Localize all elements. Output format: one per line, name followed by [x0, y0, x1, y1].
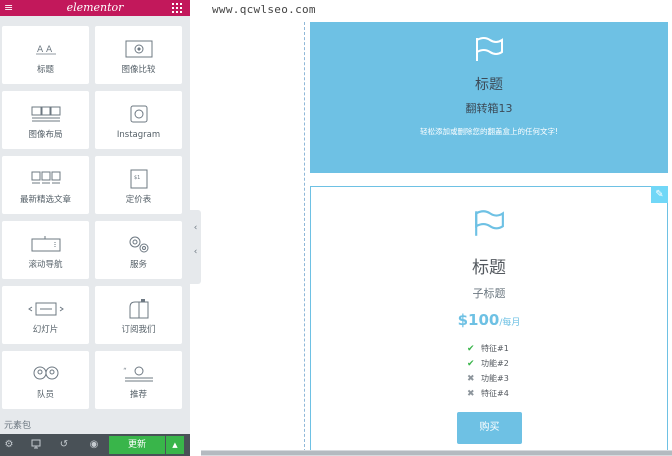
settings-gear-icon[interactable]: ⚙ [3, 439, 15, 451]
posts-icon [2, 168, 89, 190]
widget-label: 图像布局 [28, 130, 63, 140]
widget-testimonial[interactable]: “ 推荐 [95, 351, 182, 409]
feature-text: 功能#2 [481, 359, 509, 368]
feature-item: ✖ 功能#3 [467, 371, 587, 386]
image-gallery-icon [2, 103, 89, 125]
widget-label: 滚动导航 [28, 260, 63, 270]
image-compare-icon [95, 38, 182, 60]
watermark-text: www.qcwlseo.com [212, 3, 316, 16]
widget-team[interactable]: 队员 [2, 351, 89, 409]
flip-box-title: 标题 [475, 77, 503, 93]
widget-label: 图像比较 [121, 65, 156, 75]
widget-label: 队员 [36, 390, 54, 400]
price-table[interactable]: ✎ 标题 子标题 $100/每月 ✔ 特征#1 ✔ 功能#2 ✖ 功能#3 ✖ 特征#4… [310, 186, 668, 452]
widget-label: 推荐 [129, 390, 147, 400]
price-table-title: 标题 [472, 258, 506, 278]
update-button[interactable]: 更新 [109, 436, 165, 454]
section-guide-line [304, 22, 305, 452]
team-icon [2, 363, 89, 385]
check-icon: ✔ [467, 359, 475, 369]
testimonial-icon: “ [95, 363, 182, 385]
svg-text:“: “ [123, 367, 127, 375]
price-display: $100/每月 [311, 310, 667, 329]
flag-icon [476, 37, 503, 61]
feature-text: 功能#3 [481, 374, 509, 383]
elementor-logo: elementor [66, 1, 124, 14]
publish-options-caret-icon[interactable]: ▲ [166, 436, 184, 454]
widget-heading[interactable]: AA 标题 [2, 26, 89, 84]
feature-item: ✔ 功能#2 [467, 356, 587, 371]
section-label: 元素包 [4, 421, 32, 431]
widget-label: 订阅我们 [121, 325, 156, 335]
horizontal-scrollbar[interactable] [201, 450, 672, 456]
responsive-mode-icon[interactable] [30, 439, 42, 451]
edit-pencil-icon[interactable]: ✎ [651, 186, 668, 203]
history-icon[interactable]: ↺ [58, 439, 70, 451]
flip-box-subtitle: 翻转箱13 [465, 102, 513, 115]
scrollbar-thumb[interactable] [201, 451, 672, 455]
buy-button[interactable]: 购买 [457, 412, 522, 444]
widgets-grid-icon[interactable] [172, 3, 182, 13]
price-amount: $100 [457, 311, 500, 329]
widget-services[interactable]: 服务 [95, 221, 182, 279]
cross-icon: ✖ [467, 374, 475, 384]
svg-text:A: A [37, 45, 44, 55]
panel-collapse-handle[interactable]: ‹ ‹ [190, 210, 201, 284]
widget-label: Instagram [116, 130, 161, 140]
chevron-left-icon: ‹ [193, 223, 198, 233]
feature-text: 特征#4 [481, 389, 509, 398]
slides-icon [2, 298, 89, 320]
feature-item: ✔ 特征#1 [467, 341, 587, 356]
svg-text:A: A [46, 45, 53, 55]
widget-label: 最新精选文章 [19, 195, 71, 205]
feature-text: 特征#1 [481, 344, 509, 353]
flip-box-description: 轻松添加或删除您的翻盖盒上的任何文字! [419, 127, 558, 136]
flip-box[interactable]: 标题 翻转箱13 轻松添加或删除您的翻盖盒上的任何文字! [310, 22, 668, 173]
svg-text:$1: $1 [134, 175, 140, 181]
widget-label: 定价表 [125, 195, 152, 205]
price-table-subtitle: 子标题 [472, 287, 506, 300]
gears-icon [95, 233, 182, 255]
instagram-icon [95, 103, 182, 125]
widget-subscribe[interactable]: 订阅我们 [95, 286, 182, 344]
chevron-left-icon: ‹ [193, 247, 198, 257]
widget-price-table[interactable]: $1 定价表 [95, 156, 182, 214]
cross-icon: ✖ [467, 389, 475, 399]
widget-label: 标题 [36, 65, 54, 75]
widget-slides[interactable]: 幻灯片 [2, 286, 89, 344]
panel-footer: ⚙ ↺ ◉ 更新 ▲ [0, 434, 190, 456]
widget-image-compare[interactable]: 图像比较 [95, 26, 182, 84]
check-icon: ✔ [467, 344, 475, 354]
panel-header: ≡ elementor [0, 0, 190, 16]
widget-label: 幻灯片 [32, 325, 59, 335]
price-period: /每月 [499, 318, 521, 328]
elements-panel: ≡ elementor AA 标题 图像比较 图像布局 Instagram 最新… [0, 0, 190, 456]
widget-label: 服务 [129, 260, 147, 270]
widget-scroll-nav[interactable]: 滚动导航 [2, 221, 89, 279]
flag-icon [475, 210, 504, 236]
feature-item: ✖ 特征#4 [467, 386, 587, 401]
widget-instagram[interactable]: Instagram [95, 91, 182, 149]
feature-list: ✔ 特征#1 ✔ 功能#2 ✖ 功能#3 ✖ 特征#4 [467, 341, 587, 401]
price-table-icon: $1 [95, 168, 182, 190]
editor-app: ≡ elementor AA 标题 图像比较 图像布局 Instagram 最新… [0, 0, 672, 456]
widget-posts[interactable]: 最新精选文章 [2, 156, 89, 214]
preview-eye-icon[interactable]: ◉ [88, 439, 100, 451]
heading-icon: AA [2, 38, 89, 60]
mailbox-icon [95, 298, 182, 320]
scroll-nav-icon [2, 233, 89, 255]
widget-image-gallery[interactable]: 图像布局 [2, 91, 89, 149]
